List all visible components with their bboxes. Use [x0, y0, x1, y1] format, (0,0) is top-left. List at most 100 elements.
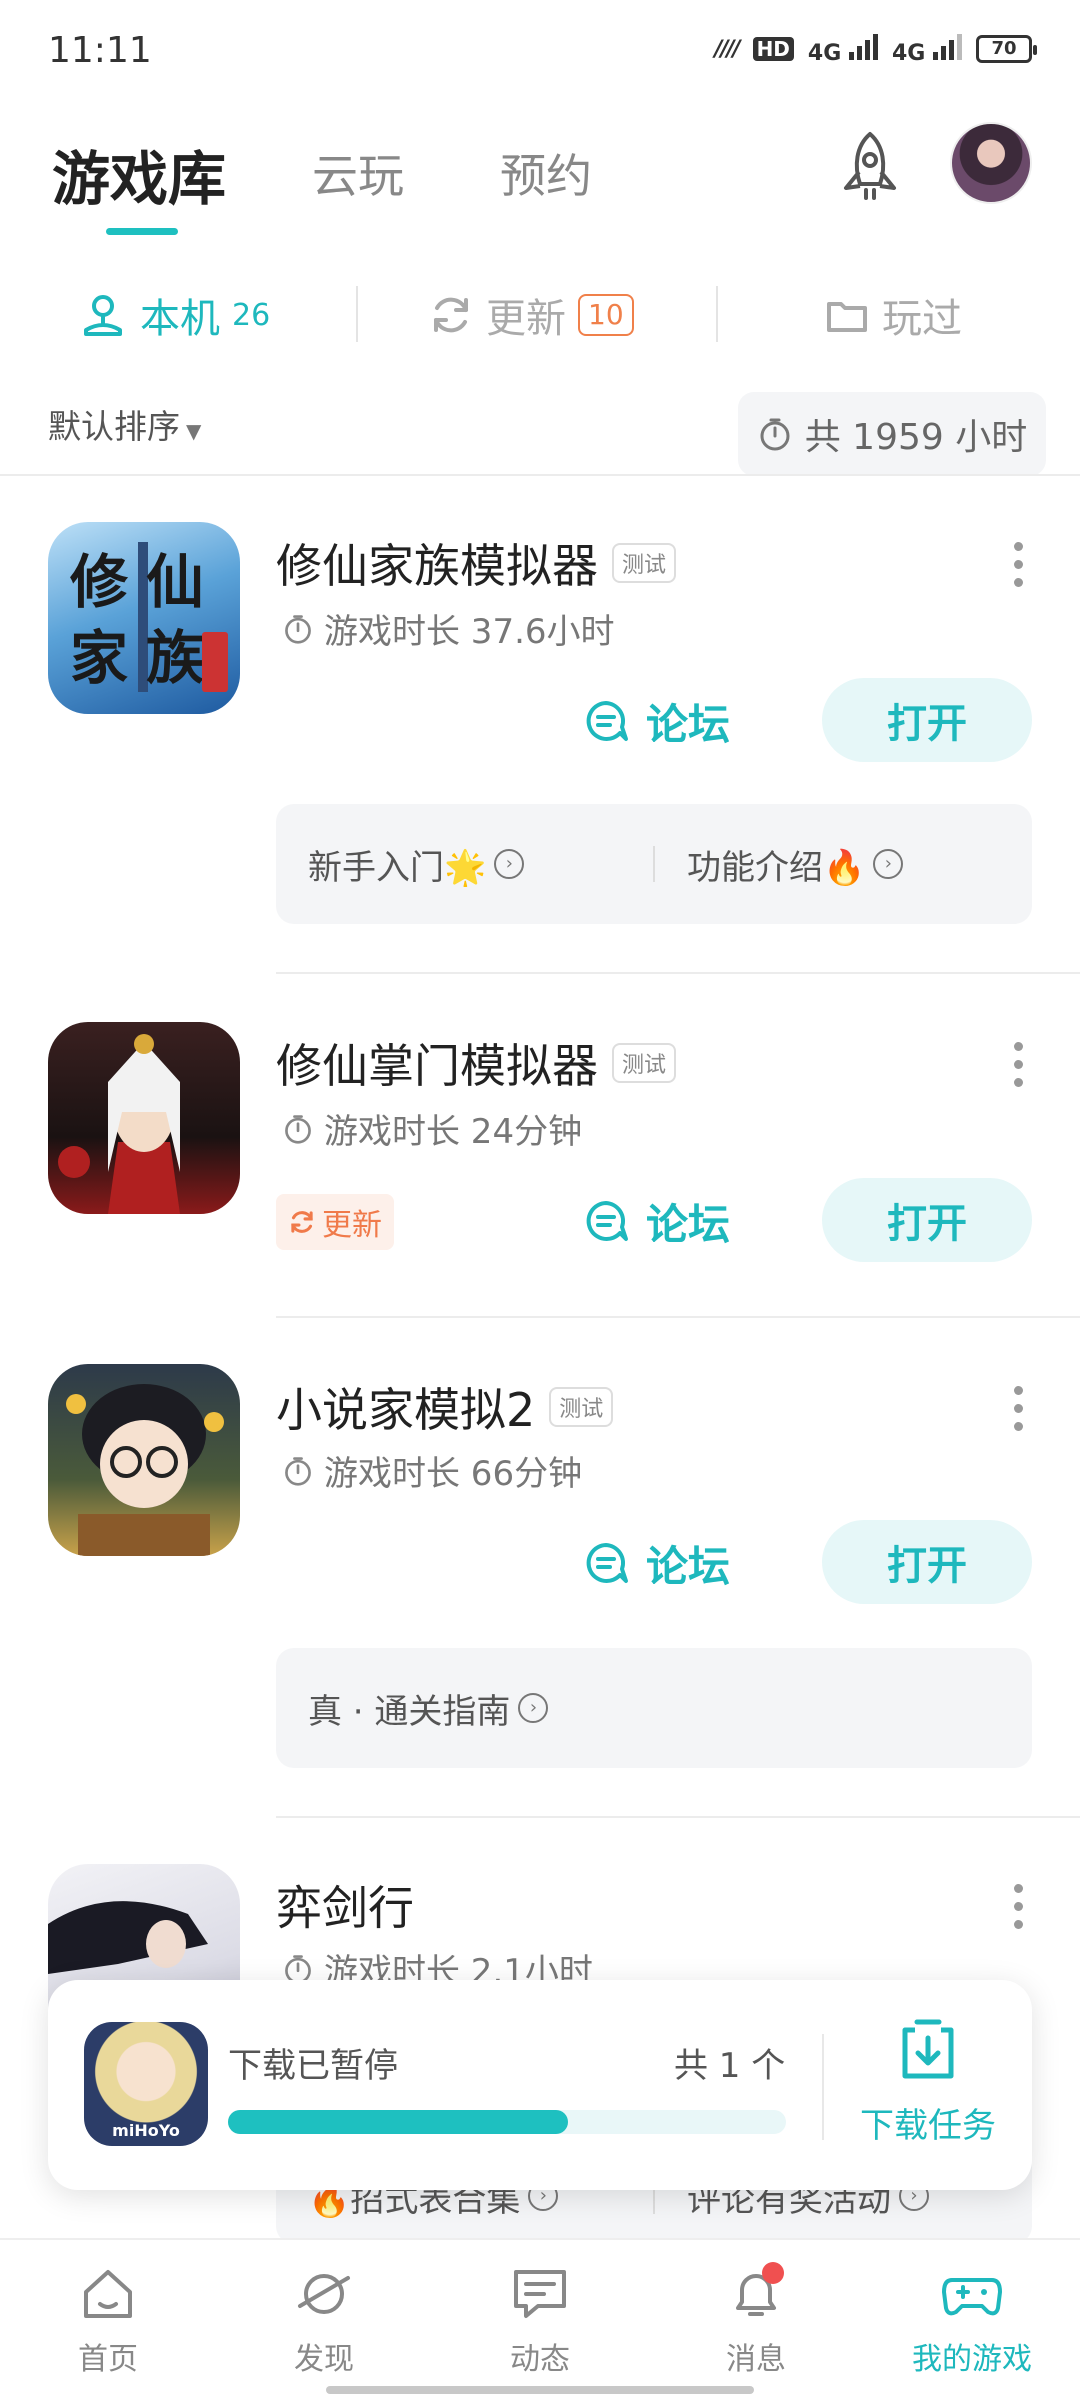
tab-game-library[interactable]: 游戏库 [52, 132, 226, 216]
nav-my-games[interactable]: 我的游戏 [892, 2262, 1052, 2378]
more-icon[interactable] [1012, 1042, 1024, 1087]
status-time: 11:11 [48, 30, 152, 71]
guide-label: 新手入门🌟 [308, 847, 487, 888]
open-button[interactable]: 打开 [822, 678, 1032, 762]
subtab-update-count: 10 [578, 294, 634, 336]
game-title[interactable]: 修仙掌门模拟器 测试 [276, 1030, 677, 1096]
total-time-text: 共 1959 小时 [804, 417, 1028, 458]
refresh-icon [434, 297, 468, 333]
open-button[interactable]: 打开 [822, 1520, 1032, 1604]
forum-button[interactable]: 论坛 [582, 1180, 730, 1262]
timer-icon [285, 614, 311, 644]
forum-label: 论坛 [646, 699, 731, 749]
arrow-circle-icon: › [873, 849, 904, 879]
guide-label: 真 · 通关指南 [308, 1691, 511, 1732]
home-indicator [326, 2386, 754, 2394]
hd-icon: HD [752, 37, 794, 61]
subtab-update[interactable]: 更新 10 [428, 270, 634, 360]
tab-cloud-play[interactable]: 云玩 [312, 140, 404, 206]
subtab-local-label: 本机 [140, 296, 220, 342]
nav-feed-label: 动态 [510, 2342, 570, 2377]
download-game-icon: miHoYo [84, 2022, 208, 2146]
tab-underline [106, 228, 178, 235]
play-time: 游戏时长 37.6小时 [282, 604, 615, 653]
more-icon[interactable] [1012, 542, 1024, 587]
game-icon-art [58, 1034, 180, 1214]
sort-label: 默认排序 [48, 407, 180, 446]
download-progress-fill [228, 2110, 569, 2134]
total-play-time: 共 1959 小时 [738, 392, 1046, 476]
download-tasks-button[interactable]: 下载任务 [838, 2016, 1018, 2156]
sort-dropdown[interactable]: 默认排序 ▼ [48, 400, 201, 448]
nav-my-games-label: 我的游戏 [912, 2342, 1032, 2377]
nav-discover[interactable]: 发现 [244, 2262, 404, 2378]
forum-icon [586, 701, 628, 741]
timer-icon [285, 1456, 311, 1486]
person-icon [84, 295, 122, 336]
nav-messages[interactable]: 消息 [676, 2262, 836, 2378]
status-bar: 11:11 //// HD 4G 4G 70 [0, 0, 1080, 100]
subtab-played-label: 玩过 [882, 296, 962, 342]
forum-icon [586, 1201, 628, 1241]
planet-icon [298, 2274, 350, 2314]
play-time: 游戏时长 66分钟 [282, 1446, 582, 1495]
svg-text:族: 族 [146, 626, 204, 691]
subtab-update-label: 更新 [486, 296, 566, 342]
update-tag[interactable]: 更新 [276, 1194, 394, 1250]
game-icon-art [66, 1384, 224, 1556]
guide-box: 新手入门🌟 › 功能介绍🔥 › [276, 804, 1032, 924]
timer-icon [760, 418, 790, 451]
subtab-local[interactable]: 本机 26 [78, 270, 270, 360]
game-title[interactable]: 弈剑行 [276, 1872, 414, 1938]
tab-reservation[interactable]: 预约 [500, 140, 592, 206]
more-icon[interactable] [1012, 1884, 1024, 1929]
play-time: 游戏时长 24分钟 [282, 1104, 582, 1153]
game-title-text: 弈剑行 [276, 1881, 414, 1935]
subtab-played[interactable]: 玩过 [824, 270, 962, 360]
open-button[interactable]: 打开 [822, 1178, 1032, 1262]
game-title-text: 修仙家族模拟器 [276, 539, 598, 593]
refresh-icon [291, 1211, 313, 1233]
update-label: 更新 [322, 1208, 382, 1243]
guide-link[interactable]: 功能介绍🔥 › [655, 840, 1032, 889]
divider [0, 474, 1080, 476]
download-status: 下载已暂停 [228, 2046, 398, 2086]
guide-box: 真 · 通关指南 › [276, 1648, 1032, 1768]
game-icon[interactable] [48, 1022, 240, 1214]
guide-link[interactable]: 新手入门🌟 › [276, 840, 653, 889]
bottom-nav: 首页 发现 动态 消息 我的游戏 [0, 2238, 1080, 2400]
svg-text:仙: 仙 [146, 550, 204, 615]
download-count: 共 1 个 [674, 2046, 786, 2086]
user-avatar[interactable] [950, 122, 1032, 204]
divider [276, 972, 1080, 974]
game-title-text: 小说家模拟2 [276, 1383, 536, 1437]
more-icon[interactable] [1012, 1386, 1024, 1431]
nav-home[interactable]: 首页 [28, 2262, 188, 2378]
download-icon [902, 2019, 954, 2079]
game-icon-art: 修 仙 家 族 [70, 542, 228, 692]
subtab-divider [716, 286, 718, 342]
test-tag: 测试 [612, 1043, 677, 1083]
game-title[interactable]: 修仙家族模拟器 测试 [276, 530, 677, 596]
guide-label: 功能介绍🔥 [687, 847, 866, 888]
forum-button[interactable]: 论坛 [582, 680, 730, 762]
status-icons: //// HD 4G 4G 70 [714, 32, 1037, 66]
message-square-icon [514, 2270, 566, 2318]
rocket-icon[interactable] [830, 128, 910, 208]
game-icon[interactable]: 修 仙 家 族 [48, 522, 240, 714]
network-4g-icon: 4G [808, 32, 878, 66]
test-tag: 测试 [549, 1387, 614, 1427]
download-panel[interactable]: miHoYo 下载已暂停 共 1 个 下载任务 [48, 1980, 1032, 2190]
nav-feed[interactable]: 动态 [460, 2262, 620, 2378]
guide-link[interactable]: 真 · 通关指南 › [276, 1684, 1032, 1733]
download-game-icon-text: miHoYo [112, 2121, 180, 2140]
forum-label: 论坛 [646, 1541, 731, 1591]
game-title[interactable]: 小说家模拟2 测试 [276, 1374, 614, 1440]
game-icon[interactable] [48, 1364, 240, 1556]
home-icon [84, 2270, 132, 2318]
forum-button[interactable]: 论坛 [582, 1522, 730, 1604]
arrow-circle-icon: › [494, 849, 525, 879]
battery-icon: 70 [976, 35, 1037, 63]
caret-down-icon: ▼ [186, 419, 202, 443]
download-task-label: 下载任务 [860, 2106, 996, 2146]
